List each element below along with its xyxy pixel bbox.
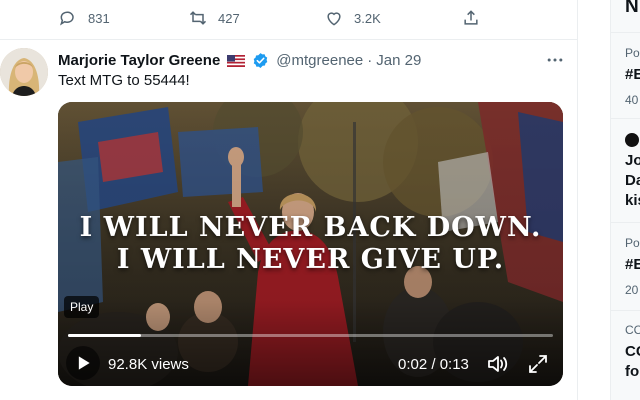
more-icon [547, 58, 563, 62]
retweet-count: 427 [218, 10, 240, 26]
reply-count: 831 [88, 10, 110, 26]
more-options-button[interactable] [543, 48, 567, 72]
header-separator: · [367, 52, 373, 69]
trend-1-context: Po [625, 46, 640, 60]
video-time: 0:02 / 0:13 [398, 356, 469, 373]
video-player[interactable]: I WILL NEVER BACK DOWN. I WILL NEVER GIV… [58, 102, 563, 386]
sidebar-divider [611, 118, 640, 119]
reply-button[interactable]: 831 [58, 8, 110, 28]
trend-2-title-line3[interactable]: kis [625, 192, 640, 209]
volume-icon[interactable] [486, 352, 510, 376]
next-row-hint [58, 394, 563, 400]
trend-4-title-line1[interactable]: CC [625, 343, 640, 360]
video-progress-fill [68, 334, 141, 337]
video-caption-line1: I WILL NEVER BACK DOWN. [79, 212, 542, 243]
video-caption-line2: I WILL NEVER GIVE UP. [116, 244, 505, 275]
trend-2-title-line2[interactable]: Da [625, 172, 640, 189]
trend-3-context: Po [625, 236, 640, 250]
fullscreen-icon[interactable] [526, 352, 550, 376]
author-name[interactable]: Marjorie Taylor Greene [58, 52, 220, 69]
avatar[interactable] [0, 48, 48, 96]
tweet-header: Marjorie Taylor Greene @mtgreenee · Jan … [58, 52, 421, 69]
retweet-icon [189, 11, 207, 25]
view-count: 92.8K views [108, 356, 189, 373]
trend-1-count: 40 [625, 93, 639, 107]
like-button[interactable]: 3.2K [324, 8, 381, 28]
trend-3-count: 20 [625, 283, 639, 297]
like-icon [327, 12, 341, 26]
verified-badge-icon [253, 53, 268, 68]
reply-icon [60, 11, 74, 26]
trend-1-title[interactable]: #E [625, 66, 640, 83]
play-tooltip: Play [64, 296, 100, 318]
column-gutter [578, 0, 610, 400]
play-icon [78, 356, 90, 370]
flag-us-icon [227, 54, 246, 67]
trend-4-context: CC [625, 323, 640, 337]
previous-tweet-actions: 831 427 3.2K [0, 0, 578, 40]
tweet-text: Text MTG to 55444! [58, 72, 190, 89]
retweet-button[interactable]: 427 [188, 8, 240, 28]
tweet-date[interactable]: Jan 29 [376, 52, 421, 69]
trend-3-title[interactable]: #E [625, 256, 640, 273]
trend-4-title-line2[interactable]: fo [625, 363, 639, 380]
trend-2-title-line1[interactable]: Jo [625, 152, 640, 169]
video-progress-bar[interactable] [68, 334, 553, 337]
like-count: 3.2K [354, 10, 381, 26]
share-button[interactable] [461, 8, 481, 28]
sidebar-divider [611, 310, 640, 311]
sidebar-divider [611, 222, 640, 223]
share-icon [464, 10, 478, 25]
sidebar-title: N [625, 0, 639, 17]
trends-sidebar: N Po #E 40 Jo Da kis Po #E 20 CC CC fo [610, 0, 640, 400]
timeline: 831 427 3.2K Marjorie Taylor Greene @mtg… [0, 0, 578, 400]
author-handle[interactable]: @mtgreenee [276, 52, 363, 69]
news-source-logo [625, 133, 639, 147]
play-button[interactable] [66, 346, 100, 380]
sidebar-divider [611, 32, 640, 33]
